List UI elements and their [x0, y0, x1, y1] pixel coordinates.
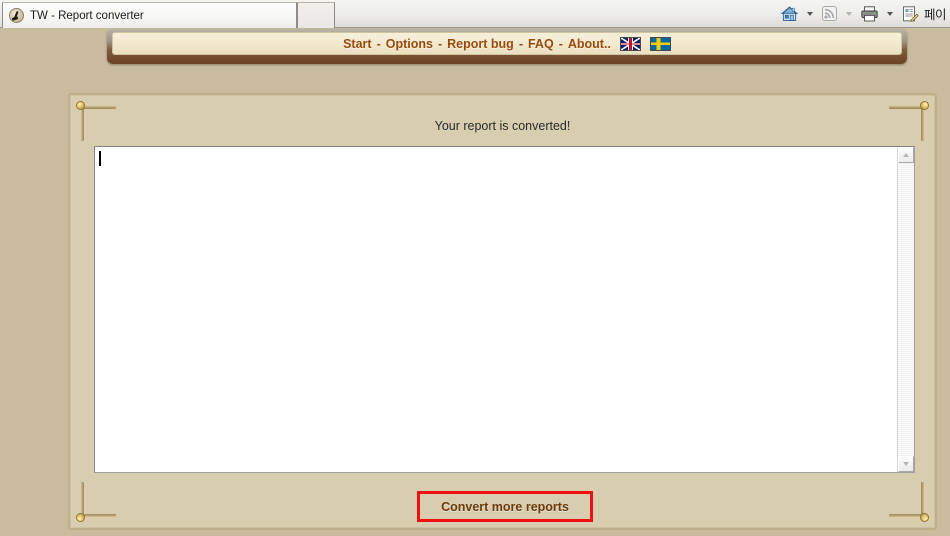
page-menu-button[interactable]: [899, 2, 922, 26]
home-button[interactable]: [778, 2, 801, 26]
browser-tab-empty[interactable]: [297, 2, 335, 28]
tw-globe-icon: [9, 8, 24, 23]
report-output-textarea[interactable]: [95, 147, 897, 472]
nav-items: Start - Options - Report bug - FAQ - Abo…: [343, 36, 671, 51]
ornament-corner-bottom-right: [889, 482, 931, 524]
nav-separator: -: [376, 36, 381, 51]
ornament-corner-bottom-left: [74, 482, 116, 524]
flag-uk-icon[interactable]: [619, 36, 641, 51]
content-panel: Your report is converted! Convert more r…: [68, 93, 937, 530]
feed-button[interactable]: [819, 2, 840, 26]
tab-strip: TW - Report converter: [0, 0, 335, 28]
text-caret: [99, 151, 101, 166]
page-edit-icon: [903, 5, 919, 22]
nav-item-start[interactable]: Start: [343, 37, 371, 51]
nav-item-faq[interactable]: FAQ: [528, 37, 554, 51]
scroll-up-arrow-icon[interactable]: [898, 147, 914, 163]
nav-separator: -: [558, 36, 563, 51]
nav-item-options[interactable]: Options: [386, 37, 433, 51]
home-icon: [780, 5, 799, 21]
rss-feed-icon: [822, 6, 837, 21]
flag-sweden-icon[interactable]: [649, 36, 671, 51]
print-button[interactable]: [858, 2, 881, 26]
site-nav-frame: Start - Options - Report bug - FAQ - Abo…: [107, 29, 907, 64]
home-dropdown-caret-icon[interactable]: [807, 11, 813, 16]
nav-item-about[interactable]: About..: [568, 37, 611, 51]
browser-toolbar: 페이: [778, 0, 950, 26]
browser-tab-active[interactable]: TW - Report converter: [2, 2, 297, 28]
browser-chrome: TW - Report converter 페이: [0, 0, 950, 28]
nav-separator: -: [437, 36, 443, 51]
site-nav-bar: Start - Options - Report bug - FAQ - Abo…: [112, 32, 902, 55]
nav-separator: -: [518, 36, 523, 51]
convert-more-reports-button[interactable]: Convert more reports: [417, 491, 593, 522]
printer-icon: [861, 5, 878, 21]
browser-tab-title: TW - Report converter: [30, 9, 144, 22]
nav-item-report-bug[interactable]: Report bug: [447, 37, 514, 51]
print-dropdown-caret-icon[interactable]: [887, 11, 893, 16]
status-heading: Your report is converted!: [434, 119, 571, 133]
report-output-scrollbar[interactable]: [897, 147, 914, 472]
feed-dropdown-caret-icon[interactable]: [846, 11, 852, 16]
scroll-down-arrow-icon[interactable]: [898, 456, 914, 472]
page-menu-label: 페이: [924, 8, 947, 22]
report-output-container: [94, 146, 915, 473]
